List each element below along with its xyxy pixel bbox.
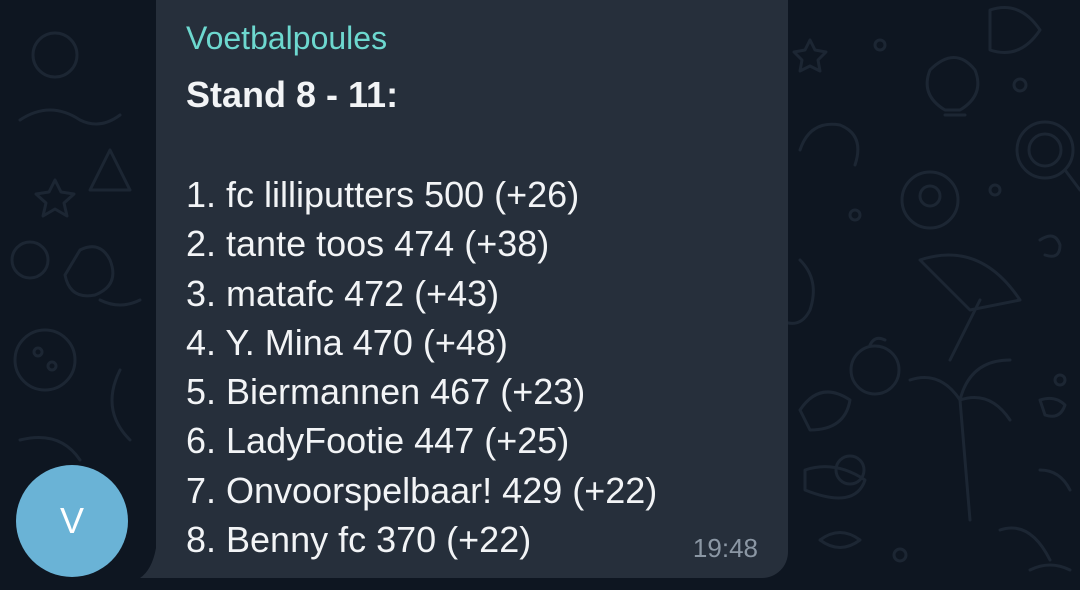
sender-name[interactable]: Voetbalpoules [186,20,387,57]
message-timestamp: 19:48 [692,533,758,563]
standings-item: 3. matafc 472 (+43) [186,272,500,314]
sender-avatar[interactable]: V [16,465,128,577]
message-title: Stand 8 - 11: [186,74,399,115]
standings-item: 2. tante toos 474 (+38) [186,223,550,265]
standings-item: 8. Benny fc 370 (+22) [186,519,532,561]
standings-item: 7. Onvoorspelbaar! 429 (+22) [186,469,658,511]
avatar-letter: V [59,500,84,541]
standings-item: 6. LadyFootie 447 (+25) [186,420,570,462]
standings-item: 4. Y. Mina 470 (+48) [186,321,508,363]
standings-item: 1. fc lilliputters 500 (+26) [186,174,580,215]
standings-item: 5. Biermannen 467 (+23) [186,371,586,413]
message-bubble[interactable]: Voetbalpoules Stand 8 - 11: 1. fc lillip… [156,0,788,578]
standings-list: 1. fc lilliputters 500 (+26) 2. tante to… [186,170,657,564]
